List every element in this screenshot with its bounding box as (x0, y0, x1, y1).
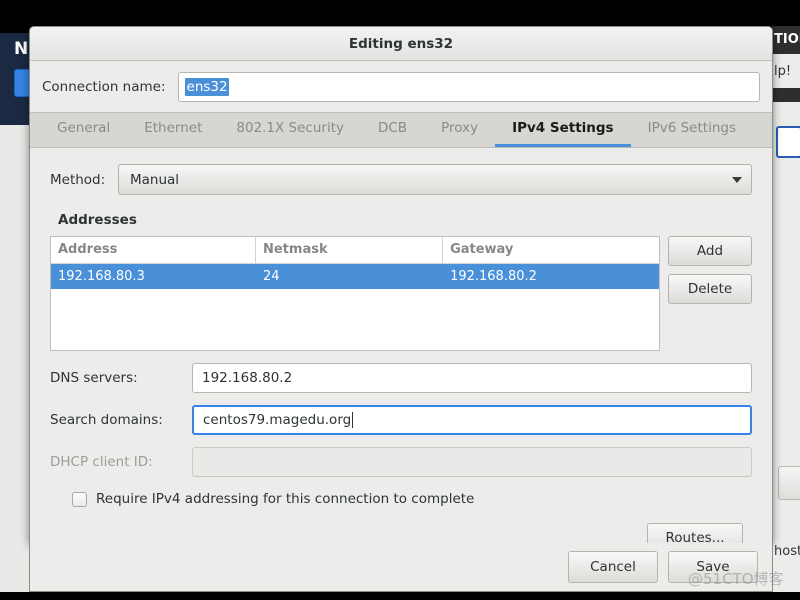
background-window-right-divider (772, 88, 800, 102)
method-row: Method: Manual (50, 164, 752, 195)
require-ipv4-checkbox[interactable] (72, 491, 87, 507)
connection-name-input[interactable]: ens32 (177, 72, 760, 102)
ipv4-settings-page: Method: Manual Addresses Address Netmask… (30, 148, 772, 560)
dns-servers-row: DNS servers: 192.168.80.2 (50, 363, 752, 393)
settings-tabbar: General Ethernet 802.1X Security DCB Pro… (30, 112, 772, 148)
tab-proxy[interactable]: Proxy (424, 121, 495, 148)
dhcp-client-id-row: DHCP client ID: (50, 447, 752, 477)
cell-address[interactable]: 192.168.80.3 (51, 264, 256, 289)
addresses-table-header: Address Netmask Gateway (51, 237, 659, 264)
cell-netmask[interactable]: 24 (256, 264, 443, 289)
background-window-left-title: N (14, 39, 29, 59)
screen: N TION lp! host Editing ens32 Connection… (0, 0, 800, 600)
method-value: Manual (130, 171, 180, 188)
tab-8021x-security[interactable]: 802.1X Security (219, 121, 361, 148)
background-button[interactable] (778, 466, 800, 500)
require-ipv4-label: Require IPv4 addressing for this connect… (96, 491, 475, 507)
addresses-section-title: Addresses (58, 212, 137, 228)
dns-servers-input[interactable]: 192.168.80.2 (192, 363, 752, 393)
background-focused-field[interactable] (776, 126, 800, 158)
cancel-button[interactable]: Cancel (568, 551, 658, 583)
connection-name-row: Connection name: ens32 (30, 61, 772, 112)
column-header-address: Address (51, 237, 256, 263)
background-host-text: host (774, 544, 800, 559)
background-help-link[interactable]: lp! (774, 64, 791, 79)
tab-ipv6-settings[interactable]: IPv6 Settings (631, 121, 753, 148)
search-domains-label: Search domains: (50, 412, 163, 428)
search-domains-input[interactable]: centos79.magedu.org (192, 405, 752, 435)
tab-ethernet[interactable]: Ethernet (127, 121, 219, 148)
tab-dcb[interactable]: DCB (361, 121, 424, 148)
table-row[interactable]: 192.168.80.3 24 192.168.80.2 (51, 264, 659, 289)
column-header-gateway: Gateway (450, 242, 514, 257)
search-domains-value: centos79.magedu.org (203, 412, 352, 428)
column-header-netmask: Netmask (256, 237, 444, 263)
editing-connection-dialog: Editing ens32 Connection name: ens32 Gen… (29, 26, 773, 560)
cell-gateway[interactable]: 192.168.80.2 (443, 264, 659, 289)
add-button[interactable]: Add (668, 236, 752, 266)
require-ipv4-row[interactable]: Require IPv4 addressing for this connect… (72, 491, 752, 507)
tab-ipv4-settings[interactable]: IPv4 Settings (495, 121, 631, 147)
search-domains-row: Search domains: centos79.magedu.org (50, 405, 752, 435)
connection-name-value: ens32 (184, 78, 229, 96)
addresses-table[interactable]: Address Netmask Gateway 192.168.80.3 24 … (50, 236, 660, 351)
chevron-down-icon (732, 176, 742, 183)
background-window-right[interactable]: TION lp! host (772, 26, 800, 592)
addresses-buttons: Add Delete (668, 236, 752, 304)
method-label: Method: (50, 171, 106, 188)
background-window-right-header: TION (772, 26, 800, 54)
save-button[interactable]: Save (668, 551, 758, 583)
method-dropdown[interactable]: Manual (118, 164, 752, 195)
dialog-title: Editing ens32 (348, 35, 454, 52)
dialog-action-bar: Cancel Save (29, 543, 773, 592)
tab-general[interactable]: General (40, 121, 127, 148)
dialog-titlebar[interactable]: Editing ens32 (30, 27, 772, 61)
addresses-area: Address Netmask Gateway 192.168.80.3 24 … (50, 236, 752, 351)
connection-name-label: Connection name: (42, 79, 166, 95)
delete-button[interactable]: Delete (668, 274, 752, 304)
dns-servers-label: DNS servers: (50, 370, 138, 386)
text-cursor (352, 412, 354, 428)
dhcp-client-id-label: DHCP client ID: (50, 454, 153, 470)
dhcp-client-id-input (192, 447, 752, 477)
